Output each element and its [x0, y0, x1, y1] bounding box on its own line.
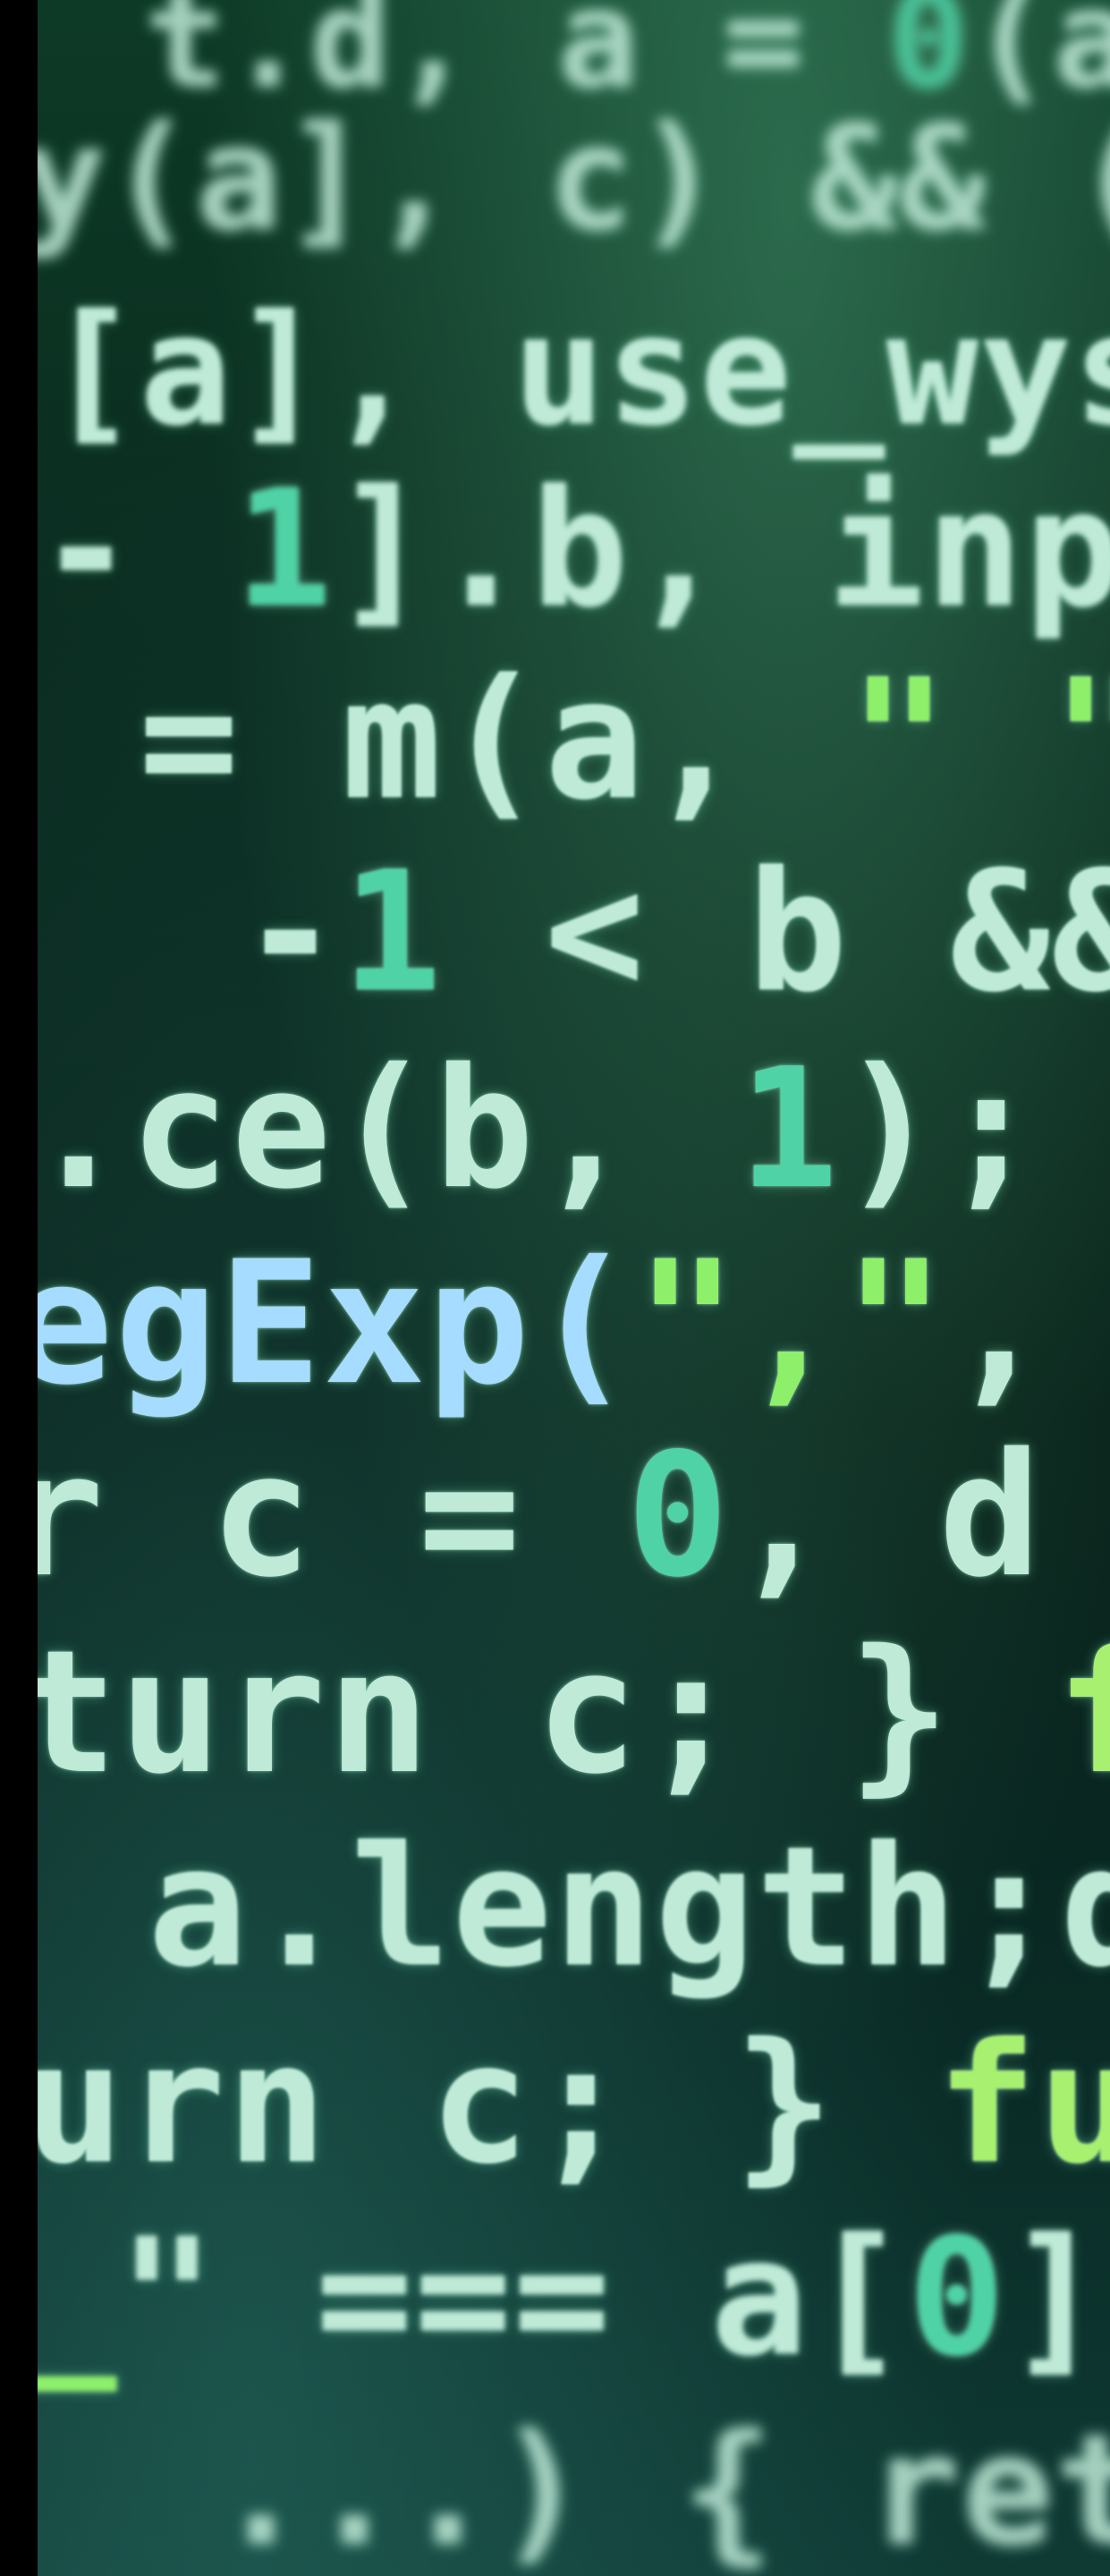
- code-line: .ce(b, 1); ret: [38, 1046, 1110, 1212]
- code-token: -: [38, 456, 235, 643]
- code-line: t.d, a = 0(a: [145, 0, 1110, 107]
- code-line: _" === a[0] &: [38, 2218, 1110, 2379]
- code-token: func: [936, 2007, 1110, 2200]
- code-token: a.length;d++: [148, 1810, 1110, 2004]
- code-token: 0: [908, 2205, 1007, 2392]
- code-line: - 1].b, inp_a: [38, 470, 1110, 631]
- code-line: = m(a, " ");: [38, 657, 1110, 823]
- code-token: 1: [738, 1032, 841, 1225]
- code-token: .ce(b,: [38, 1032, 739, 1225]
- code-token: , d =: [730, 1417, 1043, 1614]
- code-token: -: [38, 835, 343, 1029]
- code-token: y(a], c) && (: [38, 95, 1110, 262]
- code-token: fun: [1055, 1614, 1110, 1811]
- code-line: -1 < b && a.: [38, 850, 1110, 1015]
- code-token: ,: [947, 1224, 1052, 1422]
- left-black-bar: [0, 0, 38, 2576]
- code-line: turn c; } fun: [38, 1628, 1110, 1798]
- code-token: 1: [234, 456, 335, 643]
- code-token: ",": [635, 1224, 948, 1422]
- code-token: [a], use_wyst: [47, 283, 1110, 460]
- code-line: egExp(",", "g: [38, 1239, 1110, 1409]
- code-token: 0: [626, 1417, 731, 1614]
- code-line: y(a], c) && (: [38, 107, 1110, 250]
- code-token: " === a[: [118, 2205, 909, 2392]
- code-token: urn c; }: [38, 2007, 937, 2200]
- code-screen-photo: t.d, a = 0(ay(a], c) && ( [a], use_wyst - …: [38, 0, 1110, 2576]
- code-token: r c =: [38, 1417, 627, 1614]
- code-line: r c = 0, d =: [38, 1431, 1110, 1601]
- code-token: 1: [342, 835, 444, 1029]
- code-line: ...) { retu: [38, 2415, 1110, 2567]
- photo-frame: t.d, a = 0(ay(a], c) && ( [a], use_wyst - …: [0, 0, 1110, 2576]
- code-token: ...) { retu: [215, 2402, 1110, 2576]
- code-line: a.length;d++: [47, 1825, 1110, 1990]
- code-token: ].b, inp_a: [334, 456, 1110, 643]
- code-token: = m(a,: [38, 643, 850, 836]
- code-token: ); ret: [840, 1032, 1043, 1225]
- code-line: [a], use_wyst: [47, 295, 1110, 447]
- code-token: < b && a.: [544, 835, 1110, 1029]
- code-token: egExp(: [38, 1224, 636, 1422]
- code-token: ] &: [1006, 2205, 1106, 2392]
- code-token: _: [38, 2205, 118, 2392]
- code-token: turn c; }: [38, 1614, 1056, 1811]
- code-line: urn c; } func: [38, 2021, 1110, 2187]
- code-token: " ": [849, 643, 1110, 836]
